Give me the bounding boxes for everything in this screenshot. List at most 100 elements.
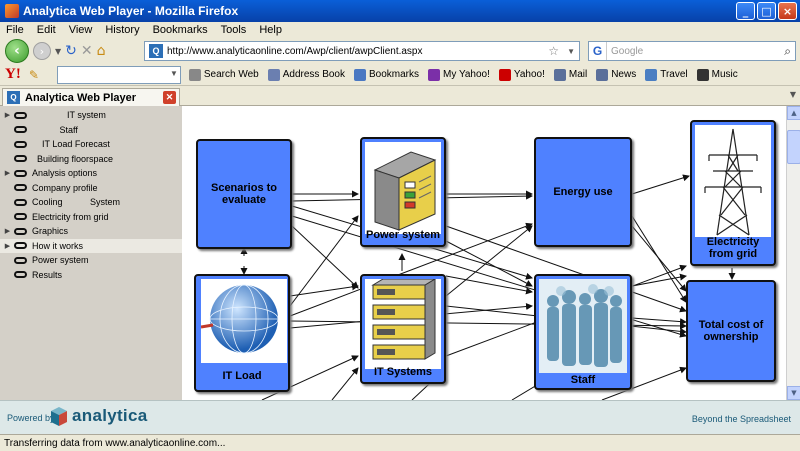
brand-name[interactable]: analytica [72, 406, 147, 426]
tree-item-label: Staff [32, 124, 78, 135]
yahoo-toolbar-item[interactable]: News [596, 68, 637, 81]
staff-silhouettes-icon [539, 279, 627, 373]
pencil-icon[interactable]: ✎ [29, 68, 39, 82]
search-web-icon [188, 68, 201, 81]
scroll-down-icon[interactable]: ▼ [787, 386, 800, 400]
node-total-cost-label: Total cost of ownership [698, 319, 764, 343]
tree-item[interactable]: Company profile [0, 181, 182, 195]
tab-analytica-web-player[interactable]: Q Analytica Web Player ✕ [2, 88, 180, 106]
menu-file[interactable]: File [6, 24, 24, 36]
yahoo-icon [498, 68, 511, 81]
tree-item[interactable]: ▶ Graphics [0, 224, 182, 238]
node-staff-label: Staff [570, 374, 596, 386]
firefox-icon [5, 4, 19, 18]
node-it-systems-label: IT Systems [373, 366, 433, 378]
close-tab-icon[interactable]: ✕ [163, 91, 176, 104]
node-energy-use[interactable]: Energy use [534, 137, 632, 247]
tree-item[interactable]: IT Load Forecast [0, 137, 182, 151]
yahoo-toolbar-label: Music [711, 69, 738, 80]
stop-icon[interactable]: ✕ [81, 41, 93, 61]
url-text: http://www.analyticaonline.com/Awp/clien… [167, 45, 423, 57]
tree-item[interactable]: Cooling System [0, 195, 182, 209]
tree-item[interactable]: ▶ How it works [0, 238, 182, 253]
news-icon [596, 68, 609, 81]
close-window-button[interactable]: × [778, 2, 797, 20]
tree-node-icon [14, 111, 27, 119]
menu-bookmarks[interactable]: Bookmarks [153, 24, 208, 36]
node-power-system[interactable]: Power system [360, 137, 446, 247]
yahoo-search-input[interactable]: ▼ [56, 65, 181, 84]
node-it-systems[interactable]: IT Systems [360, 274, 446, 384]
tree-item-label: Power system [32, 255, 89, 265]
tree-item[interactable]: Staff [0, 123, 182, 137]
my-yahoo-icon [428, 68, 441, 81]
scroll-up-icon[interactable]: ▲ [787, 106, 800, 120]
travel-icon [645, 68, 658, 81]
yahoo-toolbar-item[interactable]: Yahoo! [498, 68, 545, 81]
yahoo-logo-icon[interactable]: Y! [5, 66, 21, 83]
scroll-thumb[interactable] [787, 130, 800, 164]
node-total-cost[interactable]: Total cost of ownership [686, 280, 776, 382]
tagline: Beyond the Spreadsheet [691, 414, 791, 424]
tree-item[interactable]: Building floorspace [0, 152, 182, 166]
search-icon[interactable]: ⌕ [784, 44, 791, 59]
node-it-load[interactable]: IT Load [194, 274, 290, 392]
yahoo-toolbar-item[interactable]: Address Book [267, 68, 345, 81]
influence-diagram: Scenarios to evaluate Power system Energ… [182, 106, 786, 400]
tree-item[interactable]: ▶ IT system [0, 108, 182, 122]
home-icon[interactable]: ⌂ [97, 41, 106, 61]
tab-favicon-icon: Q [7, 91, 20, 104]
menu-help[interactable]: Help [259, 24, 282, 36]
mail-icon [553, 68, 566, 81]
expand-arrow-icon[interactable]: ▶ [3, 169, 12, 177]
menu-bar: File Edit View History Bookmarks Tools H… [0, 22, 800, 38]
menu-edit[interactable]: Edit [37, 24, 56, 36]
tree-item[interactable]: Electricity from grid [0, 210, 182, 224]
google-engine-icon[interactable]: G [589, 42, 607, 60]
back-button[interactable]: ‹ [5, 39, 29, 63]
window-title-bar: Analytica Web Player - Mozilla Firefox _… [0, 0, 800, 22]
expand-arrow-icon[interactable]: ▶ [3, 227, 12, 235]
bookmarks-icon [354, 68, 366, 81]
node-energy-use-label: Energy use [553, 186, 613, 198]
yahoo-toolbar-item[interactable]: Search Web [188, 68, 259, 81]
node-scenarios-label: Scenarios to evaluate [210, 182, 278, 206]
yahoo-toolbar-label: News [611, 69, 637, 80]
power-supply-icon [365, 142, 441, 234]
menu-history[interactable]: History [105, 24, 139, 36]
yahoo-toolbar-item[interactable]: Music [696, 68, 738, 81]
expand-arrow-icon[interactable]: ▶ [3, 111, 12, 119]
forward-button[interactable]: › [33, 42, 51, 60]
yahoo-toolbar-label: Mail [568, 69, 588, 80]
tree-item-label: Building floorspace [32, 153, 114, 164]
tree-item[interactable]: Results [0, 268, 182, 282]
node-electricity-grid[interactable]: Electricity from grid [690, 120, 776, 266]
menu-tools[interactable]: Tools [221, 24, 247, 36]
yahoo-toolbar-item[interactable]: Mail [553, 68, 588, 81]
expand-arrow-icon[interactable]: ▶ [3, 242, 12, 250]
tree-item[interactable]: ▶ Analysis options [0, 166, 182, 180]
yahoo-toolbar-item[interactable]: My Yahoo! [428, 68, 490, 81]
menu-view[interactable]: View [69, 24, 93, 36]
vertical-scrollbar[interactable]: ▲ ▼ [786, 106, 800, 400]
yahoo-toolbar-item[interactable]: Travel [645, 68, 688, 81]
tab-bar: Q Analytica Web Player ✕ ▼ [0, 86, 800, 106]
address-book-icon [267, 68, 280, 81]
search-box[interactable]: G Google ⌕ [588, 41, 796, 61]
tree-node-icon [14, 126, 27, 133]
yahoo-toolbar-item[interactable]: Bookmarks [354, 68, 419, 81]
url-dropdown-icon[interactable]: ▼ [567, 47, 575, 56]
bookmark-star-icon[interactable]: ☆ [548, 44, 559, 58]
reload-icon[interactable]: ↻ [65, 41, 77, 61]
tree-item-label: IT Load Forecast [32, 139, 110, 149]
tree-item[interactable]: Power system [0, 253, 182, 267]
window-title: Analytica Web Player - Mozilla Firefox [23, 4, 239, 18]
url-bar[interactable]: Q http://www.analyticaonline.com/Awp/cli… [144, 41, 580, 61]
history-dropdown-icon[interactable]: ▼ [55, 41, 61, 61]
maximize-button[interactable]: □ [757, 2, 776, 20]
node-staff[interactable]: Staff [534, 274, 632, 390]
node-scenarios[interactable]: Scenarios to evaluate [196, 139, 292, 249]
minimize-button[interactable]: _ [736, 2, 755, 20]
tab-list-icon[interactable]: ▼ [790, 90, 796, 99]
globe-icon [201, 279, 287, 363]
